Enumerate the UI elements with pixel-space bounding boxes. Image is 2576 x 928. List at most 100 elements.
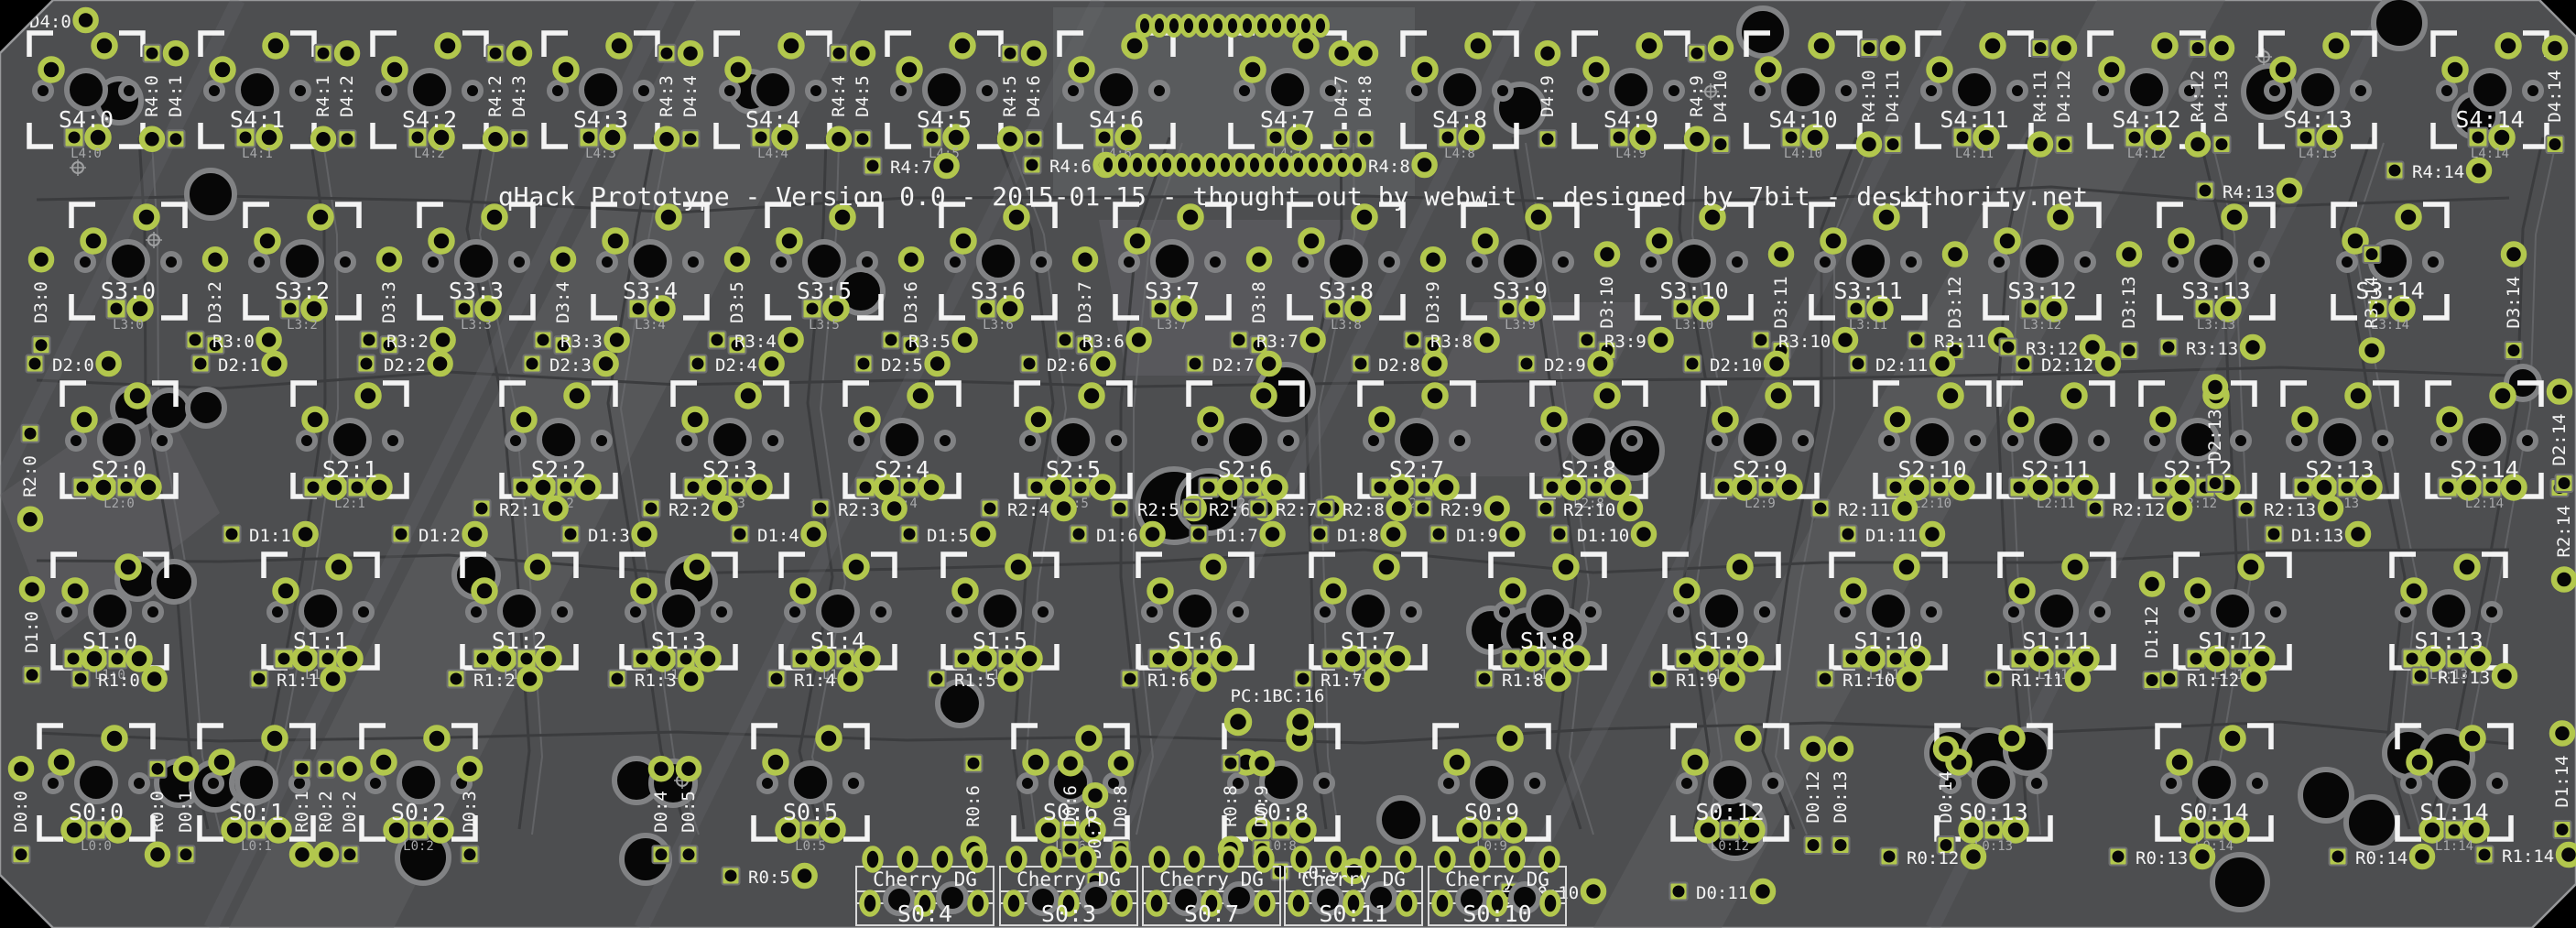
round-pad	[1008, 557, 1029, 578]
connector-pad	[1292, 156, 1306, 175]
component-label: D1:3	[588, 526, 630, 546]
round-pad	[51, 752, 72, 773]
component-label: D2:9	[1544, 355, 1586, 376]
switch-label: S3:5	[797, 278, 852, 304]
drill-hole	[1837, 604, 1853, 620]
led-label: L4:0	[71, 147, 102, 161]
drill-hole	[1144, 604, 1160, 620]
drill-hole	[791, 763, 830, 802]
drill-hole	[1991, 254, 2007, 270]
round-pad	[1201, 409, 1222, 431]
square-pad	[72, 671, 90, 688]
led-label: L0:0	[81, 839, 112, 854]
component-footprint: D0:8	[1111, 753, 1131, 857]
component-footprint: D1:14	[2552, 724, 2572, 839]
component-footprint: R2:13	[2238, 498, 2342, 520]
component-label: D1:13	[2291, 526, 2343, 546]
drill-hole	[2127, 71, 2166, 109]
component-footprint: D2:2	[358, 354, 451, 376]
component-footprint: R3:10	[1753, 330, 1856, 352]
square-pad	[1200, 478, 1219, 497]
drill-hole	[2375, 432, 2391, 449]
component-label: R1:3	[635, 671, 677, 691]
component-footprint: D4:6	[1024, 43, 1044, 147]
component-footprint: R2:12	[2087, 498, 2190, 520]
component-footprint: R4:12	[2188, 39, 2208, 155]
drill-hole	[1752, 82, 1768, 99]
cherry-pad	[1434, 892, 1451, 914]
component-label: R4:0	[142, 75, 162, 117]
round-pad	[323, 669, 343, 689]
component-footprint: D1:8	[1311, 524, 1404, 546]
round-pad	[1895, 498, 1915, 519]
round-pad	[1252, 753, 1272, 773]
drill-hole	[1955, 71, 1994, 109]
round-pad	[1503, 524, 1523, 544]
component-label: R0:6	[963, 785, 984, 827]
drill-hole	[237, 763, 276, 802]
square-pad	[1518, 355, 1536, 373]
drill-hole	[627, 604, 644, 620]
square-pad	[251, 671, 268, 688]
round-pad	[2504, 245, 2524, 265]
drill-hole	[1849, 242, 1887, 280]
component-label: R1:14	[2502, 846, 2554, 867]
drill-hole	[1317, 604, 1333, 620]
component-label: D3:4	[553, 281, 573, 323]
round-pad	[1384, 524, 1404, 544]
drill-hole	[2429, 592, 2468, 630]
round-pad	[329, 557, 350, 578]
switch-label: S2:0	[92, 456, 147, 483]
round-pad	[1075, 249, 1095, 269]
drill-hole	[1838, 82, 1854, 99]
drill-hole	[539, 420, 578, 459]
component-footprint: D2:8	[1353, 354, 1445, 376]
drill-hole	[1035, 604, 1051, 620]
round-pad	[955, 581, 976, 602]
cherry-module-label: S0:10	[1462, 901, 1531, 927]
component-label: D0:6	[1060, 785, 1081, 827]
square-pad	[1183, 500, 1201, 518]
component-footprint: R1:9	[1650, 669, 1743, 691]
drill-hole	[131, 775, 147, 792]
component-footprint: D1:9	[1430, 524, 1523, 546]
square-pad	[2016, 355, 2033, 373]
led-label: L4:8	[1444, 147, 1475, 161]
drill-hole	[1121, 254, 1137, 270]
square-pad	[1881, 848, 1898, 866]
round-pad	[2068, 669, 2088, 689]
round-pad	[2409, 752, 2430, 773]
drill-hole	[1230, 604, 1246, 620]
cherry-pad	[1113, 848, 1129, 870]
component-label: D2:2	[384, 355, 426, 376]
component-footprint: R4:5	[1000, 45, 1020, 149]
drill-hole	[1624, 432, 1640, 449]
round-pad	[1835, 330, 1855, 350]
drill-hole	[2439, 82, 2455, 99]
switch-label: S3:10	[1659, 278, 1728, 304]
round-pad	[22, 579, 42, 599]
cherry-module-header: Cherry DG	[1159, 868, 1264, 890]
round-pad	[795, 866, 815, 886]
component-label: R2:11	[1838, 500, 1890, 520]
square-pad	[1112, 500, 1129, 518]
drill-hole	[145, 604, 161, 620]
square-pad	[393, 526, 410, 543]
round-pad	[2549, 382, 2570, 402]
square-pad	[792, 650, 811, 669]
drill-hole	[636, 82, 652, 99]
round-pad	[2498, 36, 2519, 57]
led-label: L3:9	[1505, 318, 1536, 333]
led-label: L4:9	[1615, 147, 1647, 161]
drill-hole	[425, 254, 441, 270]
component-footprint: R4:9	[1687, 45, 1707, 149]
component-footprint: R3:2	[361, 330, 453, 352]
component-footprint: D2:1	[192, 354, 285, 376]
square-pad	[1650, 671, 1668, 688]
led-label: L2:9	[1745, 497, 1776, 511]
square-pad	[1908, 332, 1926, 349]
round-pad	[2244, 669, 2264, 689]
drill-hole	[1496, 604, 1513, 620]
switch-label: S0:0	[69, 799, 124, 825]
cherry-module-label: S0:11	[1319, 901, 1387, 927]
